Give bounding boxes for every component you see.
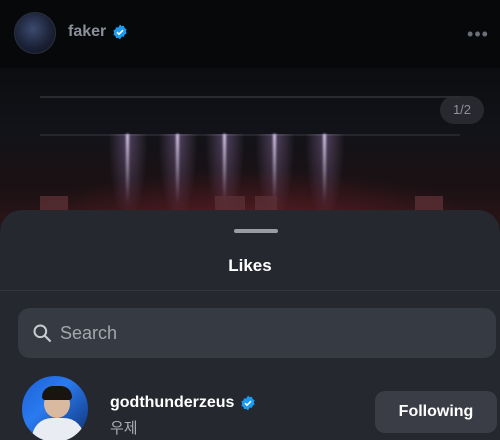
more-dots-icon[interactable]: ••• [466,22,490,46]
verified-badge-icon [113,24,127,40]
avatar[interactable] [20,374,90,440]
author-username[interactable]: faker [68,23,106,41]
author-avatar[interactable] [14,12,56,54]
following-button[interactable]: Following [375,391,497,433]
author-username-row[interactable]: faker [68,23,128,41]
sheet-title: Likes [228,256,272,275]
user-username[interactable]: godthunderzeus [110,394,234,412]
stage-truss [40,96,460,136]
post-photo[interactable]: 1/2 [0,68,500,228]
divider [0,290,500,291]
sheet-grabber[interactable] [234,229,278,233]
user-name-row[interactable]: godthunderzeus [110,394,256,412]
search-box[interactable] [18,308,496,358]
user-display-name: 우제 [110,420,138,437]
search-icon [33,324,52,342]
photo-page-indicator: 1/2 [440,96,484,124]
verified-badge-icon [241,395,256,411]
post-header: faker ••• [0,0,500,68]
search-input[interactable] [60,308,480,358]
